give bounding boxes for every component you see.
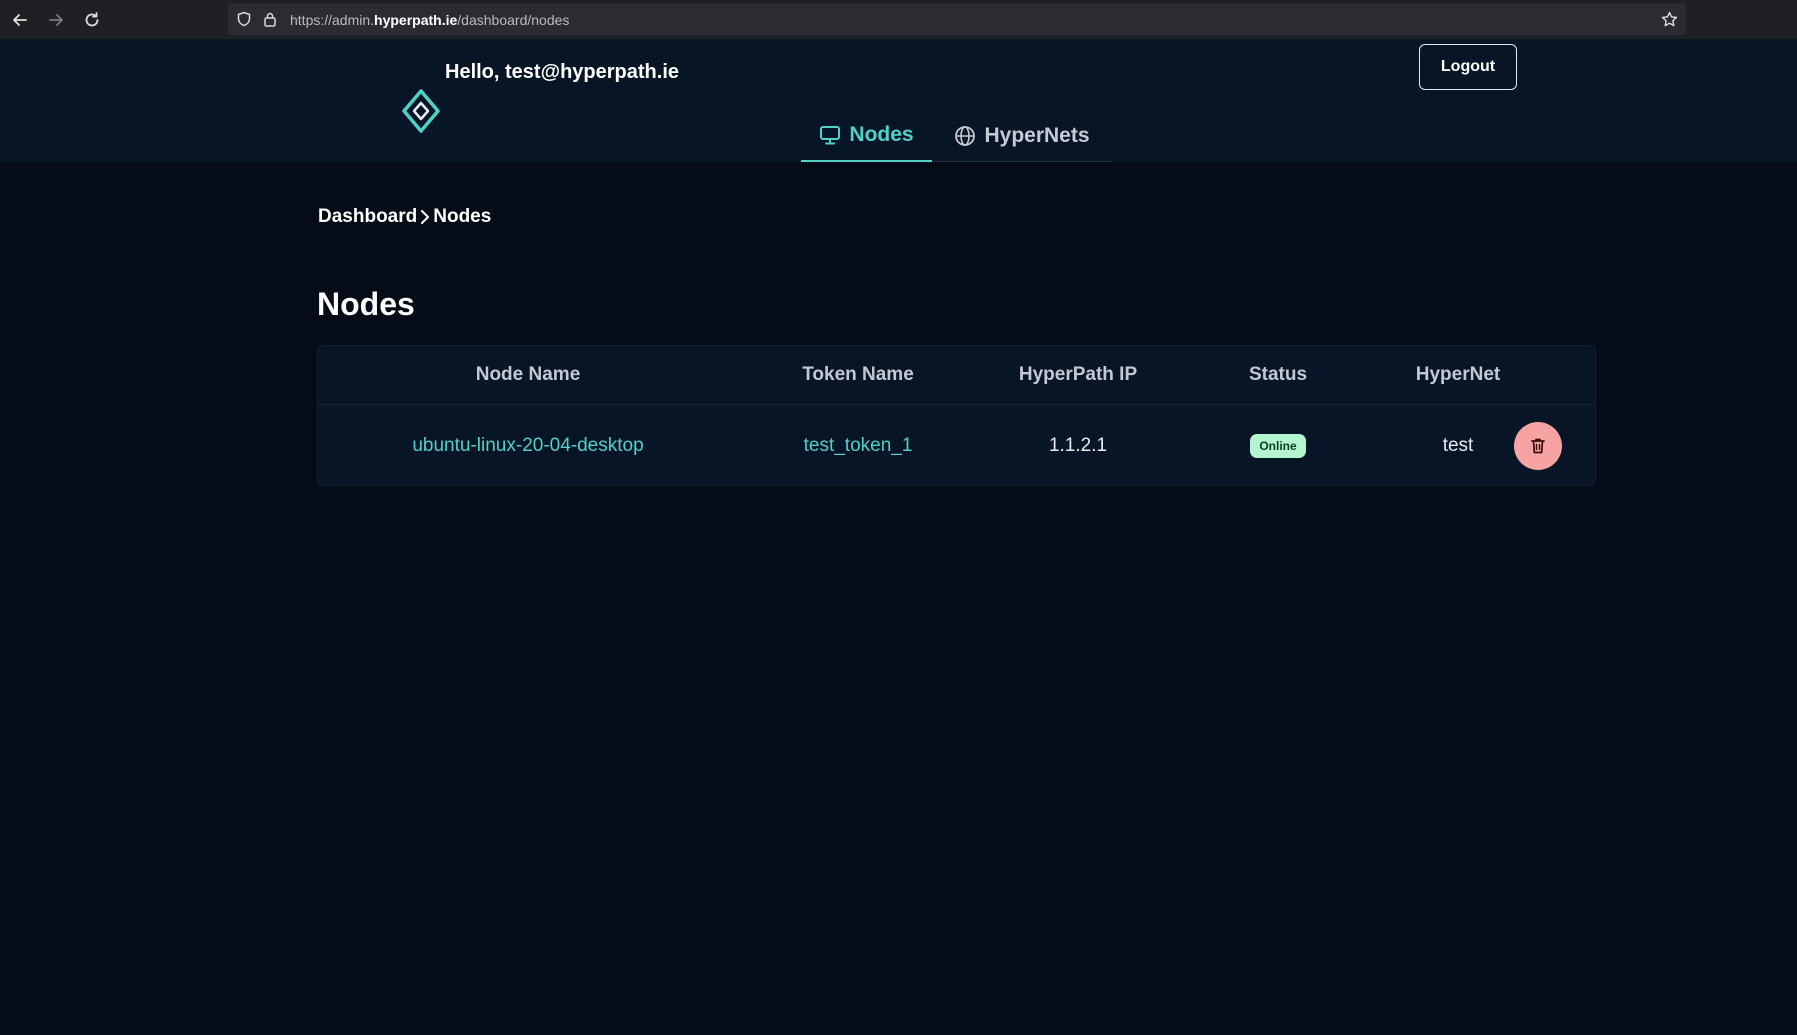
tab-nodes-label: Nodes — [849, 123, 914, 146]
token-name-link[interactable]: test_token_1 — [758, 406, 958, 486]
logout-button[interactable]: Logout — [1419, 44, 1517, 90]
back-button[interactable] — [8, 8, 32, 32]
lock-icon — [264, 12, 276, 27]
browser-toolbar: https://admin.hyperpath.ie/dashboard/nod… — [0, 0, 1797, 39]
app-header: Hello, test@hyperpath.ie Logout Nodes Hy… — [0, 39, 1797, 162]
tab-nodes[interactable]: Nodes — [801, 110, 932, 162]
forward-button[interactable] — [44, 8, 68, 32]
delete-node-button[interactable] — [1514, 422, 1562, 470]
tab-hypernets-label: HyperNets — [984, 124, 1090, 147]
column-header-node-name: Node Name — [475, 364, 581, 385]
column-header-hyperpath-ip: HyperPath IP — [1018, 364, 1138, 385]
shield-icon — [237, 11, 251, 27]
node-name-link[interactable]: ubuntu-linux-20-04-desktop — [358, 406, 698, 486]
bookmark-star-icon[interactable] — [1661, 11, 1678, 28]
hyperpath-ip: 1.1.2.1 — [1048, 435, 1108, 456]
monitor-icon — [820, 126, 841, 145]
column-header-status: Status — [1248, 364, 1308, 385]
arrow-right-icon — [49, 14, 63, 26]
page-title: Nodes — [317, 286, 415, 322]
hyperpath-logo-icon — [402, 89, 440, 133]
table-row: ubuntu-linux-20-04-desktop test_token_1 … — [318, 406, 1595, 486]
url-host: hyperpath.ie — [374, 12, 458, 28]
status-cell: Online — [1198, 406, 1358, 486]
reload-icon — [85, 12, 99, 27]
arrow-left-icon — [13, 14, 27, 26]
column-header-token-name: Token Name — [802, 364, 914, 385]
url-prefix: https://admin. — [290, 12, 375, 28]
nodes-table: Node Name Token Name HyperPath IP Status… — [317, 345, 1596, 486]
trash-icon — [1531, 438, 1545, 454]
column-header-hypernet: HyperNet — [1415, 364, 1501, 385]
reload-button[interactable] — [80, 8, 104, 32]
table-header: Node Name Token Name HyperPath IP Status… — [318, 346, 1595, 405]
url-text: https://admin.hyperpath.ie/dashboard/nod… — [290, 12, 569, 28]
address-bar[interactable]: https://admin.hyperpath.ie/dashboard/nod… — [228, 3, 1686, 35]
tab-hypernets[interactable]: HyperNets — [932, 110, 1112, 162]
url-path: /dashboard/nodes — [457, 12, 570, 28]
status-badge: Online — [1250, 434, 1306, 458]
user-greeting: Hello, test@hyperpath.ie — [445, 61, 679, 83]
breadcrumb: Dashboard Nodes — [318, 206, 491, 228]
main-tabs: Nodes HyperNets — [801, 110, 1112, 162]
breadcrumb-nodes: Nodes — [433, 206, 492, 227]
globe-icon — [955, 126, 976, 146]
breadcrumb-dashboard[interactable]: Dashboard — [318, 206, 417, 228]
chevron-right-icon — [420, 209, 430, 225]
